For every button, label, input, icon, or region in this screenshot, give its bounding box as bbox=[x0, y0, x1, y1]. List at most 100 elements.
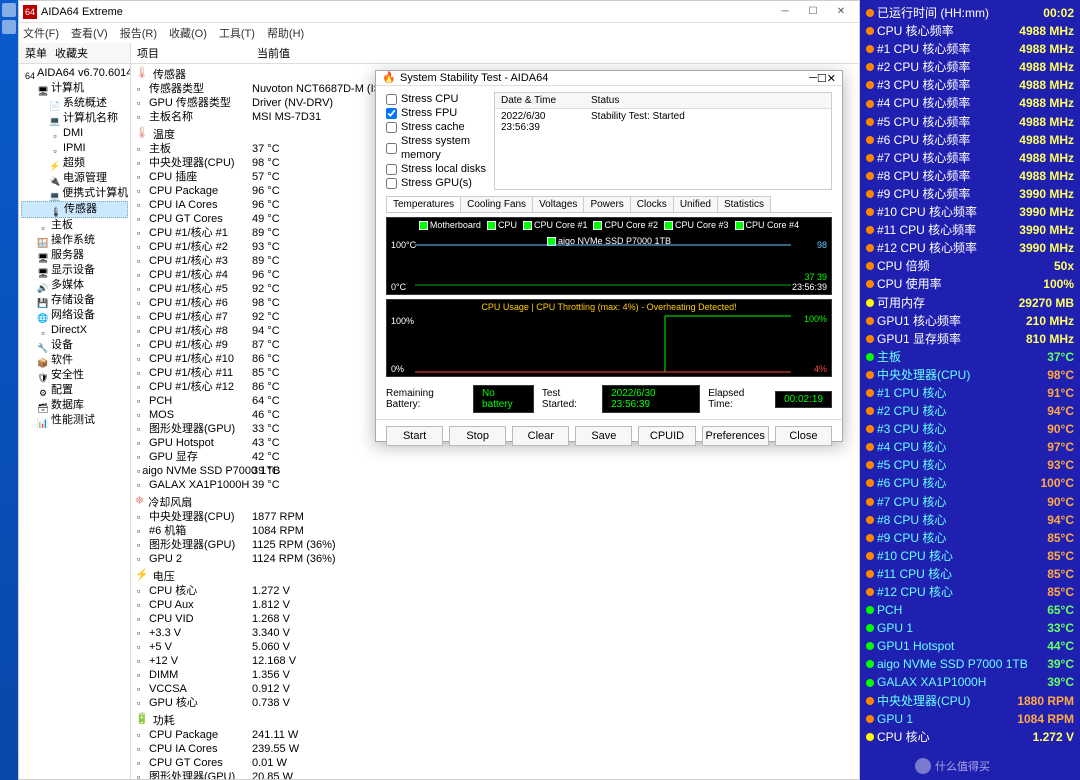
osd-row: 中央处理器(CPU)1880 RPM bbox=[866, 692, 1074, 710]
maximize-button[interactable]: ☐ bbox=[817, 72, 827, 85]
tree-item[interactable]: 📊性能测试 bbox=[21, 413, 128, 428]
preferences-button[interactable]: Preferences bbox=[702, 426, 769, 446]
tree-item[interactable]: ▫IPMI bbox=[21, 141, 128, 156]
series-legend[interactable]: CPU Core #2 bbox=[593, 220, 658, 230]
graph-tab[interactable]: Statistics bbox=[717, 196, 771, 212]
graph-tab[interactable]: Voltages bbox=[532, 196, 584, 212]
clear-button[interactable]: Clear bbox=[512, 426, 569, 446]
close-button[interactable]: ✕ bbox=[827, 3, 855, 21]
tree-item[interactable]: ▫DMI bbox=[21, 126, 128, 141]
tree-item[interactable]: 💻计算机名称 bbox=[21, 111, 128, 126]
taskbar-icon[interactable] bbox=[2, 3, 16, 17]
status-text: Stability Test: Started bbox=[585, 109, 691, 135]
sensor-value: 241.11 W bbox=[252, 728, 853, 742]
series-legend[interactable]: CPU Core #1 bbox=[523, 220, 588, 230]
tree-icon: 💾 bbox=[37, 296, 49, 306]
checkbox[interactable] bbox=[386, 122, 397, 133]
tree-item[interactable]: ▫DirectX bbox=[21, 323, 128, 338]
stress-check[interactable]: Stress system memory bbox=[386, 134, 486, 162]
nav-tab-menu[interactable]: 菜单 bbox=[25, 45, 47, 61]
menu-item[interactable]: 文件(F) bbox=[23, 25, 59, 41]
tree-item[interactable]: 📄系统概述 bbox=[21, 96, 128, 111]
graph-tab[interactable]: Clocks bbox=[630, 196, 674, 212]
tree-item[interactable]: 💾存储设备 bbox=[21, 293, 128, 308]
stress-check[interactable]: Stress GPU(s) bbox=[386, 176, 486, 190]
close-button[interactable]: Close bbox=[775, 426, 832, 446]
tree-item[interactable]: 🖥显示设备 bbox=[21, 263, 128, 278]
tree-icon: 64 bbox=[25, 69, 35, 79]
tree-icon: ▫ bbox=[37, 326, 49, 336]
tree-item[interactable]: 🛡安全性 bbox=[21, 368, 128, 383]
checkbox[interactable] bbox=[386, 94, 397, 105]
start-button[interactable]: Start bbox=[386, 426, 443, 446]
sensor-row: ▫GPU 显存42 °C bbox=[131, 450, 859, 464]
close-button[interactable]: ✕ bbox=[827, 72, 836, 85]
checkbox[interactable] bbox=[386, 108, 397, 119]
osd-value: 94°C bbox=[1047, 511, 1074, 529]
nav-tree[interactable]: 64AIDA64 v6.70.6014 Beta🖥计算机📄系统概述💻计算机名称▫… bbox=[19, 64, 130, 779]
checkbox[interactable] bbox=[386, 164, 397, 175]
tree-item[interactable]: 💻便携式计算机 bbox=[21, 186, 128, 201]
save-button[interactable]: Save bbox=[575, 426, 632, 446]
sensor-value: 39 °C bbox=[252, 478, 853, 492]
minimize-button[interactable]: ─ bbox=[771, 3, 799, 21]
osd-label: #12 CPU 核心频率 bbox=[877, 239, 977, 257]
tree-item[interactable]: 📦软件 bbox=[21, 353, 128, 368]
tree-item[interactable]: 🔌电源管理 bbox=[21, 171, 128, 186]
check-label: Stress cache bbox=[401, 120, 465, 134]
tree-item[interactable]: ▫主板 bbox=[21, 218, 128, 233]
checkbox[interactable] bbox=[386, 178, 397, 189]
tree-item[interactable]: 🖥服务器 bbox=[21, 248, 128, 263]
nav-tab-fav[interactable]: 收藏夹 bbox=[55, 45, 88, 61]
taskbar-icon[interactable] bbox=[2, 20, 16, 34]
series-legend[interactable]: Motherboard bbox=[419, 220, 481, 230]
menu-item[interactable]: 报告(R) bbox=[120, 25, 157, 41]
tree-item[interactable]: 🪟操作系统 bbox=[21, 233, 128, 248]
series-legend[interactable]: CPU Core #4 bbox=[735, 220, 800, 230]
checkbox[interactable] bbox=[386, 143, 397, 154]
osd-value: 37°C bbox=[1047, 348, 1074, 366]
series-legend[interactable]: CPU bbox=[487, 220, 517, 230]
col-item: 项目 bbox=[131, 43, 251, 63]
cpuid-button[interactable]: CPUID bbox=[638, 426, 695, 446]
sensor-icon: ▫ bbox=[137, 198, 147, 212]
sensor-icon: ▫ bbox=[137, 728, 147, 742]
menu-item[interactable]: 查看(V) bbox=[71, 25, 108, 41]
tree-item[interactable]: 🔧设备 bbox=[21, 338, 128, 353]
tree-item[interactable]: 🗃数据库 bbox=[21, 398, 128, 413]
tree-icon: ⚙ bbox=[37, 386, 49, 396]
maximize-button[interactable]: ☐ bbox=[799, 3, 827, 21]
sensor-row: ▫GPU 核心0.738 V bbox=[131, 696, 859, 710]
tree-item[interactable]: 🖥计算机 bbox=[21, 81, 128, 96]
status-dot bbox=[866, 389, 874, 397]
osd-value: 50x bbox=[1054, 257, 1074, 275]
stop-button[interactable]: Stop bbox=[449, 426, 506, 446]
sensor-icon: ▫ bbox=[137, 394, 147, 408]
tree-item[interactable]: 🔊多媒体 bbox=[21, 278, 128, 293]
menu-item[interactable]: 帮助(H) bbox=[267, 25, 304, 41]
tree-icon: 🔌 bbox=[49, 174, 61, 184]
menu-item[interactable]: 收藏(O) bbox=[169, 25, 207, 41]
graph-tab[interactable]: Temperatures bbox=[386, 196, 461, 212]
graph-tab[interactable]: Unified bbox=[673, 196, 718, 212]
osd-label: #9 CPU 核心 bbox=[877, 529, 946, 547]
stress-check[interactable]: Stress CPU bbox=[386, 92, 486, 106]
stress-check[interactable]: Stress FPU bbox=[386, 106, 486, 120]
osd-row: #4 CPU 核心频率4988 MHz bbox=[866, 94, 1074, 112]
tree-item[interactable]: 64AIDA64 v6.70.6014 Beta bbox=[21, 66, 128, 81]
minimize-button[interactable]: ─ bbox=[809, 72, 817, 84]
tree-item[interactable]: 🌡传感器 bbox=[21, 201, 128, 218]
menu-item[interactable]: 工具(T) bbox=[219, 25, 255, 41]
osd-value: 4988 MHz bbox=[1019, 113, 1074, 131]
graph-tab[interactable]: Cooling Fans bbox=[460, 196, 533, 212]
legend-swatch bbox=[523, 221, 532, 230]
osd-value: 100°C bbox=[1041, 474, 1075, 492]
graph-tab[interactable]: Powers bbox=[583, 196, 630, 212]
tree-item[interactable]: ⚡超频 bbox=[21, 156, 128, 171]
tree-item[interactable]: ⚙配置 bbox=[21, 383, 128, 398]
label-battery: Remaining Battery: bbox=[386, 388, 465, 410]
series-legend[interactable]: CPU Core #3 bbox=[664, 220, 729, 230]
stress-check[interactable]: Stress cache bbox=[386, 120, 486, 134]
stress-check[interactable]: Stress local disks bbox=[386, 162, 486, 176]
tree-item[interactable]: 🌐网络设备 bbox=[21, 308, 128, 323]
